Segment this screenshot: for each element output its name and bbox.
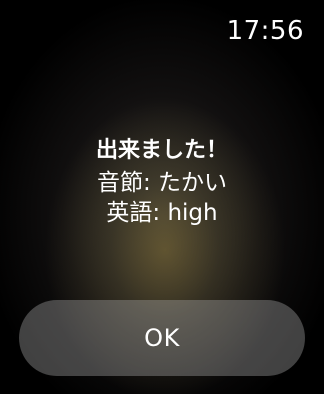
- watch-screen: 17:56 出来ました！ 音節: たかい 英語: high OK: [0, 0, 324, 394]
- ok-button-label: OK: [144, 324, 180, 352]
- english-text: 英語: high: [106, 200, 218, 226]
- ok-button[interactable]: OK: [19, 300, 305, 376]
- alert-title: 出来ました！: [95, 138, 228, 163]
- syllable-text: 音節: たかい: [96, 170, 228, 196]
- status-time: 17:56: [226, 16, 304, 46]
- alert-message: 出来ました！ 音節: たかい 英語: high: [0, 134, 324, 228]
